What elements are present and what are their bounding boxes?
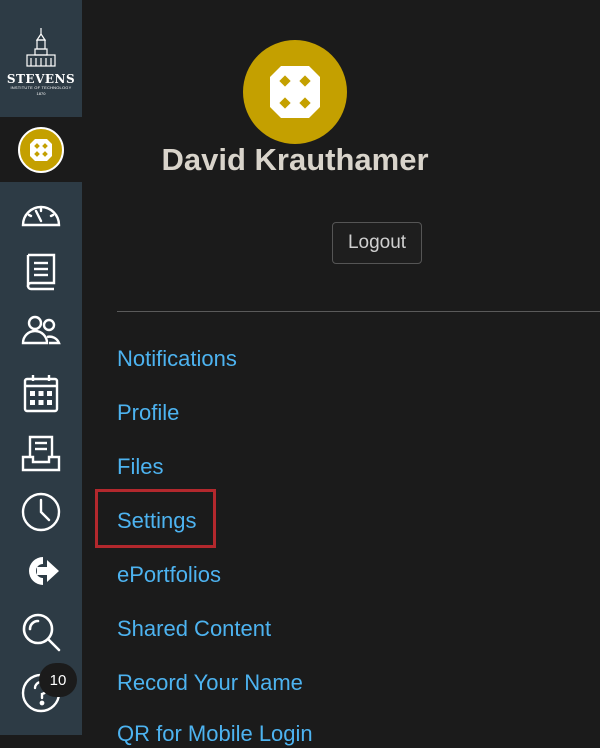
nav-dashboard[interactable] [16,188,66,238]
logo-wordmark: STEVENS [6,72,76,86]
logo-year: 1870 [36,91,46,96]
stevens-building-icon [26,28,56,67]
menu-link-files[interactable]: Files [117,453,163,481]
search-icon [22,613,61,652]
calendar-icon [23,375,59,413]
nav-search[interactable] [16,607,66,657]
menu-link-profile[interactable]: Profile [117,399,179,427]
logo-subtitle: INSTITUTE OF TECHNOLOGY [10,85,72,90]
menu-link-eportfolios[interactable]: ePortfolios [117,561,221,589]
commons-arrow-icon [29,557,59,585]
inbox-icon [21,435,61,472]
menu-link-qr-mobile-login[interactable]: QR for Mobile Login [117,720,313,748]
stevens-logo[interactable]: STEVENS INSTITUTE OF TECHNOLOGY 1870 [0,0,82,115]
nav-commons[interactable] [16,546,66,596]
menu-link-shared-content[interactable]: Shared Content [117,615,271,643]
global-navigation: STEVENS INSTITUTE OF TECHNOLOGY 1870 10 [0,0,82,735]
divider [117,311,600,312]
book-icon [26,253,56,291]
clock-icon [21,492,61,532]
settings-highlight-box [95,489,216,548]
dashboard-gauge-icon [21,205,61,227]
nav-calendar[interactable] [16,368,66,418]
nav-inbox[interactable] [16,428,66,478]
nav-courses[interactable] [16,246,66,296]
nav-groups[interactable] [16,304,66,354]
user-name: David Krauthamer [161,142,429,177]
menu-link-notifications[interactable]: Notifications [117,345,237,373]
nav-history[interactable] [16,487,66,537]
logout-button[interactable]: Logout [332,222,422,264]
help-notification-badge: 10 [39,663,77,697]
people-icon [21,315,61,345]
menu-link-record-your-name[interactable]: Record Your Name [117,669,303,697]
user-avatar[interactable] [243,40,347,144]
